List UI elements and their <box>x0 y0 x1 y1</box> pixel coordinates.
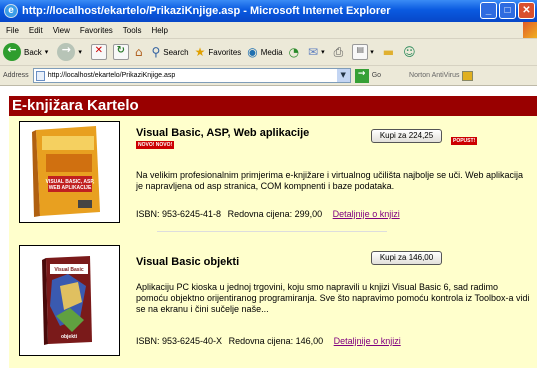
search-icon: ⚲ <box>151 45 161 59</box>
media-icon: ◉ <box>247 45 258 59</box>
browser-window: e http://localhost/ekartelo/PrikaziKnjig… <box>0 0 537 368</box>
star-icon: ★ <box>194 45 206 59</box>
book-price: Redovna cijena: 299,00 <box>227 209 323 219</box>
cover-title-line-2: objekti <box>61 334 78 340</box>
stop-icon: ✕ <box>90 44 107 60</box>
media-label: Media <box>260 47 283 57</box>
book-cover-image: Visual Basic objekti <box>20 246 119 355</box>
cover-title-line-2: WEB APLIKACIJE <box>49 185 92 191</box>
go-button[interactable]: → Go <box>354 68 382 83</box>
menu-favorites[interactable]: Favorites <box>80 26 113 35</box>
ie-icon: e <box>4 4 18 18</box>
book-cover[interactable]: Visual Basic objekti <box>19 245 120 356</box>
toolbar: ← Back ▾ → ▾ ✕ ↻ ⌂ ⚲ Search ★ Favorites … <box>0 39 537 66</box>
book-title: Visual Basic, ASP, Web aplikacije <box>136 127 310 139</box>
folder-button[interactable]: ▬ <box>383 45 397 59</box>
minimize-button[interactable]: _ <box>480 2 497 19</box>
window-controls: _ □ ✕ <box>480 2 535 19</box>
menu-bar: File Edit View Favorites Tools Help <box>0 22 537 39</box>
book-isbn: ISBN: 953-6245-40-X <box>136 336 223 346</box>
forward-arrow-icon: → <box>57 43 76 61</box>
dropdown-arrow-icon: ▾ <box>370 48 374 56</box>
favorites-label: Favorites <box>208 47 242 57</box>
home-icon: ⌂ <box>134 45 143 59</box>
details-link[interactable]: Detaljnije o knjizi <box>333 209 400 219</box>
mail-button[interactable]: ✉ ▾ <box>308 45 328 59</box>
dropdown-arrow-icon: ▾ <box>321 48 325 56</box>
title-bar: e http://localhost/ekartelo/PrikaziKnjig… <box>0 0 537 22</box>
back-arrow-icon: ← <box>3 43 21 61</box>
book-meta: ISBN: 953-6245-41-8 Redovna cijena: 299,… <box>136 209 404 219</box>
separator <box>157 231 387 232</box>
windows-logo-icon <box>523 22 537 38</box>
book-meta: ISBN: 953-6245-40-X Redovna cijena: 146,… <box>136 336 405 346</box>
print-icon: ⎙ <box>333 44 344 59</box>
back-button[interactable]: ← Back ▾ <box>3 43 51 61</box>
search-label: Search <box>163 47 189 57</box>
norton-antivirus-button[interactable]: Norton AntiVirus <box>409 70 474 81</box>
norton-label: Norton AntiVirus <box>409 72 460 79</box>
stop-button[interactable]: ✕ <box>90 44 107 60</box>
mail-icon: ✉ <box>308 45 319 59</box>
folder-icon: ▬ <box>382 45 395 59</box>
edit-icon: ▤ <box>352 44 369 60</box>
address-url: http://localhost/ekartelo/PrikaziKnjige.… <box>47 72 176 79</box>
book-cover[interactable]: VISUAL BASIC, ASP, WEB APLIKACIJE <box>19 121 120 223</box>
go-label: Go <box>371 72 382 79</box>
menu-file[interactable]: File <box>6 26 19 35</box>
page-content: E-knjižara Kartelo VISUAL BASIC, ASP, WE… <box>0 86 537 368</box>
maximize-button[interactable]: □ <box>499 2 516 19</box>
page-banner: E-knjižara Kartelo <box>9 96 537 116</box>
new-badge: NOVO! NOVO! <box>136 141 175 149</box>
book-cover-image: VISUAL BASIC, ASP, WEB APLIKACIJE <box>20 122 119 222</box>
history-button[interactable]: ◔ <box>289 45 302 59</box>
menu-edit[interactable]: Edit <box>29 26 43 35</box>
refresh-button[interactable]: ↻ <box>112 44 129 60</box>
address-label: Address <box>3 72 29 79</box>
messenger-icon: ☺ <box>403 45 416 59</box>
book-description: Na velikim profesionalnim primjerima e-k… <box>136 170 523 191</box>
bookstore-page: E-knjižara Kartelo VISUAL BASIC, ASP, WE… <box>9 96 537 368</box>
forward-button[interactable]: → ▾ <box>57 43 85 61</box>
dropdown-arrow-icon: ▾ <box>44 48 49 56</box>
page-icon <box>35 70 45 81</box>
buy-button[interactable]: Kupi za 224,25 <box>371 129 442 143</box>
details-link[interactable]: Detaljnije o knjizi <box>334 336 401 346</box>
book-description: Aplikaciju PC kioska u jednoj trgovini, … <box>136 282 530 314</box>
favorites-button[interactable]: ★ Favorites <box>195 45 242 59</box>
edit-button[interactable]: ▤ ▾ <box>352 44 377 60</box>
print-button[interactable]: ⎙ <box>334 45 347 60</box>
menu-help[interactable]: Help <box>151 26 167 35</box>
menu-view[interactable]: View <box>53 26 70 35</box>
address-bar: Address http://localhost/ekartelo/Prikaz… <box>0 66 537 86</box>
history-icon: ◔ <box>288 45 300 59</box>
buy-button[interactable]: Kupi za 146,00 <box>371 251 442 265</box>
back-label: Back <box>24 47 42 57</box>
window-title: http://localhost/ekartelo/PrikaziKnjige.… <box>22 5 391 17</box>
search-button[interactable]: ⚲ Search <box>151 45 188 59</box>
address-input[interactable]: http://localhost/ekartelo/PrikaziKnjige.… <box>32 68 351 83</box>
chevron-down-icon[interactable]: ▼ <box>336 69 350 82</box>
discount-badge: POPUST! <box>451 137 478 145</box>
dropdown-arrow-icon: ▾ <box>78 48 82 56</box>
go-arrow-icon: → <box>354 68 369 83</box>
book-title: Visual Basic objekti <box>136 256 240 268</box>
home-button[interactable]: ⌂ <box>135 45 146 59</box>
refresh-icon: ↻ <box>112 44 129 60</box>
book-isbn: ISBN: 953-6245-41-8 <box>136 209 222 219</box>
close-button[interactable]: ✕ <box>518 2 535 19</box>
norton-icon <box>462 70 474 81</box>
media-button[interactable]: ◉ Media <box>247 45 282 59</box>
book-price: Redovna cijena: 146,00 <box>228 336 324 346</box>
cover-title-line-1: Visual Basic <box>54 267 84 273</box>
menu-tools[interactable]: Tools <box>123 26 142 35</box>
messenger-button[interactable]: ☺ <box>403 45 419 59</box>
